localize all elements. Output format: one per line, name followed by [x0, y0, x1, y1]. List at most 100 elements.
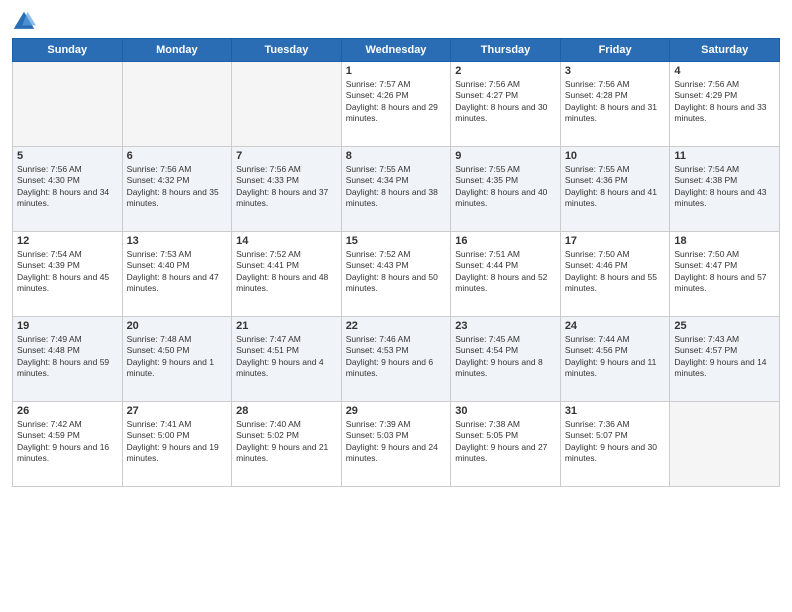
calendar-day-cell: 16 Sunrise: 7:51 AMSunset: 4:44 PMDaylig… — [451, 232, 561, 317]
day-info: Sunrise: 7:36 AMSunset: 5:07 PMDaylight:… — [565, 419, 666, 465]
calendar-day-cell: 3 Sunrise: 7:56 AMSunset: 4:28 PMDayligh… — [560, 62, 670, 147]
day-info: Sunrise: 7:56 AMSunset: 4:30 PMDaylight:… — [17, 164, 118, 210]
day-number: 6 — [127, 150, 228, 162]
day-number: 12 — [17, 235, 118, 247]
calendar-week-row: 5 Sunrise: 7:56 AMSunset: 4:30 PMDayligh… — [13, 147, 780, 232]
calendar-day-cell: 12 Sunrise: 7:54 AMSunset: 4:39 PMDaylig… — [13, 232, 123, 317]
calendar-day-cell: 26 Sunrise: 7:42 AMSunset: 4:59 PMDaylig… — [13, 402, 123, 487]
calendar-day-cell: 8 Sunrise: 7:55 AMSunset: 4:34 PMDayligh… — [341, 147, 451, 232]
day-info: Sunrise: 7:55 AMSunset: 4:35 PMDaylight:… — [455, 164, 556, 210]
day-info: Sunrise: 7:55 AMSunset: 4:36 PMDaylight:… — [565, 164, 666, 210]
weekday-header-row: SundayMondayTuesdayWednesdayThursdayFrid… — [13, 39, 780, 62]
day-info: Sunrise: 7:56 AMSunset: 4:29 PMDaylight:… — [674, 79, 775, 125]
calendar-day-cell: 9 Sunrise: 7:55 AMSunset: 4:35 PMDayligh… — [451, 147, 561, 232]
calendar-day-cell — [13, 62, 123, 147]
calendar-day-cell: 22 Sunrise: 7:46 AMSunset: 4:53 PMDaylig… — [341, 317, 451, 402]
calendar-day-cell: 6 Sunrise: 7:56 AMSunset: 4:32 PMDayligh… — [122, 147, 232, 232]
day-info: Sunrise: 7:54 AMSunset: 4:38 PMDaylight:… — [674, 164, 775, 210]
weekday-header: Monday — [122, 39, 232, 62]
calendar-day-cell: 4 Sunrise: 7:56 AMSunset: 4:29 PMDayligh… — [670, 62, 780, 147]
header — [12, 10, 780, 34]
day-number: 14 — [236, 235, 337, 247]
day-number: 21 — [236, 320, 337, 332]
day-info: Sunrise: 7:50 AMSunset: 4:46 PMDaylight:… — [565, 249, 666, 295]
day-number: 27 — [127, 405, 228, 417]
day-number: 29 — [346, 405, 447, 417]
day-info: Sunrise: 7:39 AMSunset: 5:03 PMDaylight:… — [346, 419, 447, 465]
day-number: 1 — [346, 65, 447, 77]
day-info: Sunrise: 7:47 AMSunset: 4:51 PMDaylight:… — [236, 334, 337, 380]
calendar-day-cell: 28 Sunrise: 7:40 AMSunset: 5:02 PMDaylig… — [232, 402, 342, 487]
day-info: Sunrise: 7:43 AMSunset: 4:57 PMDaylight:… — [674, 334, 775, 380]
weekday-header: Thursday — [451, 39, 561, 62]
calendar-day-cell: 24 Sunrise: 7:44 AMSunset: 4:56 PMDaylig… — [560, 317, 670, 402]
day-info: Sunrise: 7:44 AMSunset: 4:56 PMDaylight:… — [565, 334, 666, 380]
day-info: Sunrise: 7:49 AMSunset: 4:48 PMDaylight:… — [17, 334, 118, 380]
day-info: Sunrise: 7:48 AMSunset: 4:50 PMDaylight:… — [127, 334, 228, 380]
day-info: Sunrise: 7:53 AMSunset: 4:40 PMDaylight:… — [127, 249, 228, 295]
day-info: Sunrise: 7:54 AMSunset: 4:39 PMDaylight:… — [17, 249, 118, 295]
calendar-day-cell: 2 Sunrise: 7:56 AMSunset: 4:27 PMDayligh… — [451, 62, 561, 147]
day-number: 25 — [674, 320, 775, 332]
calendar-day-cell: 19 Sunrise: 7:49 AMSunset: 4:48 PMDaylig… — [13, 317, 123, 402]
day-number: 5 — [17, 150, 118, 162]
day-number: 8 — [346, 150, 447, 162]
day-number: 30 — [455, 405, 556, 417]
calendar-week-row: 1 Sunrise: 7:57 AMSunset: 4:26 PMDayligh… — [13, 62, 780, 147]
logo — [12, 10, 40, 34]
calendar-day-cell: 27 Sunrise: 7:41 AMSunset: 5:00 PMDaylig… — [122, 402, 232, 487]
calendar-day-cell: 17 Sunrise: 7:50 AMSunset: 4:46 PMDaylig… — [560, 232, 670, 317]
logo-icon — [12, 10, 36, 34]
calendar-day-cell: 1 Sunrise: 7:57 AMSunset: 4:26 PMDayligh… — [341, 62, 451, 147]
day-number: 23 — [455, 320, 556, 332]
day-number: 18 — [674, 235, 775, 247]
calendar-day-cell: 31 Sunrise: 7:36 AMSunset: 5:07 PMDaylig… — [560, 402, 670, 487]
calendar-day-cell: 13 Sunrise: 7:53 AMSunset: 4:40 PMDaylig… — [122, 232, 232, 317]
day-number: 19 — [17, 320, 118, 332]
day-number: 2 — [455, 65, 556, 77]
day-number: 31 — [565, 405, 666, 417]
calendar-day-cell — [670, 402, 780, 487]
day-info: Sunrise: 7:38 AMSunset: 5:05 PMDaylight:… — [455, 419, 556, 465]
day-info: Sunrise: 7:56 AMSunset: 4:28 PMDaylight:… — [565, 79, 666, 125]
day-number: 10 — [565, 150, 666, 162]
calendar-day-cell: 10 Sunrise: 7:55 AMSunset: 4:36 PMDaylig… — [560, 147, 670, 232]
calendar-day-cell: 23 Sunrise: 7:45 AMSunset: 4:54 PMDaylig… — [451, 317, 561, 402]
calendar-week-row: 26 Sunrise: 7:42 AMSunset: 4:59 PMDaylig… — [13, 402, 780, 487]
calendar-day-cell: 5 Sunrise: 7:56 AMSunset: 4:30 PMDayligh… — [13, 147, 123, 232]
day-number: 7 — [236, 150, 337, 162]
weekday-header: Friday — [560, 39, 670, 62]
calendar-day-cell: 25 Sunrise: 7:43 AMSunset: 4:57 PMDaylig… — [670, 317, 780, 402]
calendar-day-cell: 15 Sunrise: 7:52 AMSunset: 4:43 PMDaylig… — [341, 232, 451, 317]
day-number: 26 — [17, 405, 118, 417]
day-number: 24 — [565, 320, 666, 332]
weekday-header: Sunday — [13, 39, 123, 62]
day-number: 11 — [674, 150, 775, 162]
day-number: 20 — [127, 320, 228, 332]
day-number: 16 — [455, 235, 556, 247]
day-info: Sunrise: 7:50 AMSunset: 4:47 PMDaylight:… — [674, 249, 775, 295]
calendar-week-row: 12 Sunrise: 7:54 AMSunset: 4:39 PMDaylig… — [13, 232, 780, 317]
day-number: 13 — [127, 235, 228, 247]
calendar-day-cell: 18 Sunrise: 7:50 AMSunset: 4:47 PMDaylig… — [670, 232, 780, 317]
day-info: Sunrise: 7:51 AMSunset: 4:44 PMDaylight:… — [455, 249, 556, 295]
calendar-day-cell: 11 Sunrise: 7:54 AMSunset: 4:38 PMDaylig… — [670, 147, 780, 232]
calendar-day-cell: 7 Sunrise: 7:56 AMSunset: 4:33 PMDayligh… — [232, 147, 342, 232]
day-number: 17 — [565, 235, 666, 247]
day-info: Sunrise: 7:56 AMSunset: 4:32 PMDaylight:… — [127, 164, 228, 210]
calendar-day-cell: 21 Sunrise: 7:47 AMSunset: 4:51 PMDaylig… — [232, 317, 342, 402]
day-number: 15 — [346, 235, 447, 247]
day-number: 22 — [346, 320, 447, 332]
page-container: SundayMondayTuesdayWednesdayThursdayFrid… — [0, 0, 792, 495]
weekday-header: Wednesday — [341, 39, 451, 62]
calendar-day-cell — [232, 62, 342, 147]
calendar-day-cell: 30 Sunrise: 7:38 AMSunset: 5:05 PMDaylig… — [451, 402, 561, 487]
day-info: Sunrise: 7:56 AMSunset: 4:33 PMDaylight:… — [236, 164, 337, 210]
day-info: Sunrise: 7:52 AMSunset: 4:41 PMDaylight:… — [236, 249, 337, 295]
weekday-header: Tuesday — [232, 39, 342, 62]
day-info: Sunrise: 7:42 AMSunset: 4:59 PMDaylight:… — [17, 419, 118, 465]
calendar-day-cell: 20 Sunrise: 7:48 AMSunset: 4:50 PMDaylig… — [122, 317, 232, 402]
day-number: 9 — [455, 150, 556, 162]
day-number: 28 — [236, 405, 337, 417]
day-info: Sunrise: 7:40 AMSunset: 5:02 PMDaylight:… — [236, 419, 337, 465]
